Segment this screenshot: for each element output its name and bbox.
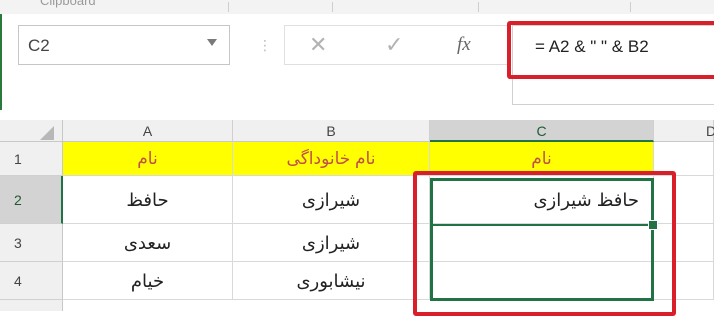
row-header-3[interactable]: 3 xyxy=(0,224,63,262)
ribbon-group-label: Clipboard xyxy=(40,0,96,8)
enter-icon[interactable]: ✓ xyxy=(385,32,403,58)
formula-annotation-box xyxy=(507,21,714,79)
ribbon-divider xyxy=(630,2,631,12)
row-header-4[interactable]: 4 xyxy=(0,262,63,300)
name-box-value: C2 xyxy=(28,36,50,55)
ribbon-divider xyxy=(228,2,229,12)
formula-bar-splitter[interactable]: ⋮ xyxy=(258,38,272,52)
cell-b3[interactable]: شیرازی xyxy=(233,224,430,262)
select-all-triangle-icon xyxy=(40,126,54,140)
ribbon-strip: Clipboard xyxy=(0,0,714,15)
cell-a2[interactable]: حافظ xyxy=(63,176,233,224)
formula-buttons: ✕ ✓ fx xyxy=(284,25,509,65)
ribbon-divider xyxy=(478,2,479,12)
cell-a3[interactable]: سعدی xyxy=(63,224,233,262)
cell-b1[interactable]: نام خانوداگی xyxy=(233,142,430,176)
insert-function-icon[interactable]: fx xyxy=(457,34,471,56)
ribbon-divider xyxy=(332,2,333,12)
column-header-b[interactable]: B xyxy=(233,120,430,142)
cell-annotation-box xyxy=(413,171,676,316)
column-header-a[interactable]: A xyxy=(63,120,233,142)
window-accent xyxy=(0,14,2,110)
cell-a1[interactable]: نام xyxy=(63,142,233,176)
cancel-icon[interactable]: ✕ xyxy=(309,32,327,58)
row-header-1[interactable]: 1 xyxy=(0,142,63,176)
row-header-5[interactable] xyxy=(0,300,63,311)
column-header-d-label: D xyxy=(706,123,714,139)
cell-b4[interactable]: نیشابوری xyxy=(233,262,430,300)
cell-b2[interactable]: شیرازی xyxy=(233,176,430,224)
name-box[interactable]: C2 xyxy=(18,25,230,65)
row-header-2[interactable]: 2 xyxy=(0,176,63,224)
column-header-c[interactable]: C xyxy=(430,120,654,142)
column-header-d[interactable]: D xyxy=(654,120,714,142)
cell-a4[interactable]: خیام xyxy=(63,262,233,300)
chevron-down-icon[interactable] xyxy=(207,39,217,46)
